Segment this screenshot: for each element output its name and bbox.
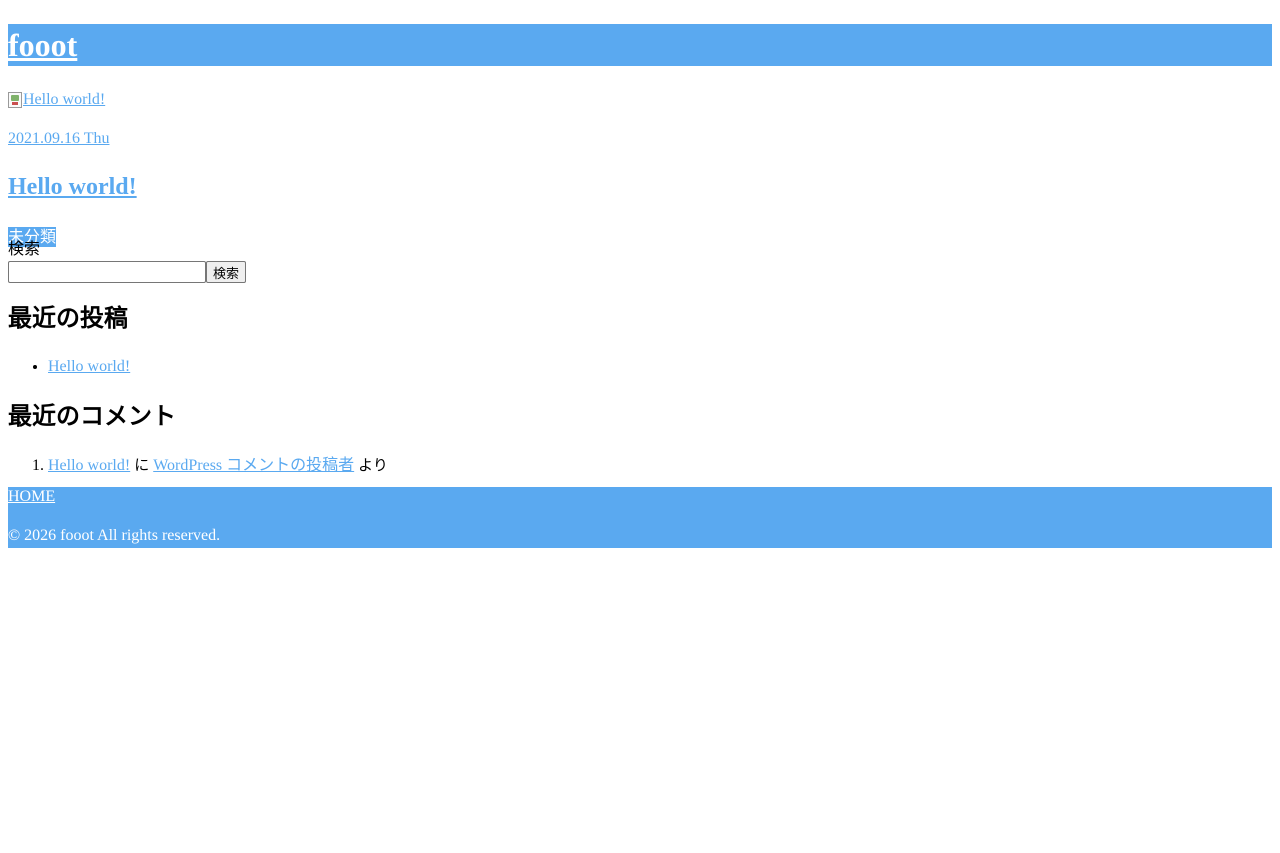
search-form: 検索 検索 [8,239,1272,283]
footer-home-link[interactable]: HOME [8,488,55,505]
recent-posts-title: 最近の投稿 [8,304,128,332]
comment-suffix: より [358,456,388,474]
sidebar: 検索 検索 最近の投稿 Hello world! 最近のコメント Hello w… [8,239,1272,476]
search-label: 検索 [8,239,41,258]
broken-image-icon [8,92,22,109]
post-thumbnail-alt: Hello world! [23,91,106,108]
post-thumbnail: Hello world! [8,90,1272,110]
post-thumbnail-link[interactable]: Hello world! [8,90,105,110]
main-content: Hello world! 2021.09.16 Thu Hello world!… [8,90,1272,476]
site-title-link[interactable]: fooot [8,27,77,63]
footer-nav: HOME [8,487,1272,507]
recent-comments-widget: 最近のコメント Hello world! に WordPress コメントの投稿… [8,401,1272,476]
page: fooot Hello world! 2021.09.16 Thu Hello … [8,24,1272,548]
post-date-link[interactable]: 2021.09.16 Thu [8,130,109,147]
comment-post-link[interactable]: Hello world! [48,457,130,474]
site-title: fooot [8,25,77,65]
post-date: 2021.09.16 Thu [8,129,1272,149]
post-title-link[interactable]: Hello world! [8,174,137,200]
site-footer: HOME © 2026 fooot All rights reserved. [8,487,1272,548]
recent-comments-list: Hello world! に WordPress コメントの投稿者 より [8,455,1272,476]
recent-posts-widget: 最近の投稿 Hello world! [8,303,1272,377]
recent-comments-title: 最近のコメント [8,402,176,430]
search-button[interactable]: 検索 [206,261,247,283]
site-header: fooot [8,24,1272,66]
comment-author-link[interactable]: WordPress コメントの投稿者 [153,457,354,474]
search-row: 検索 [8,261,1272,283]
search-input[interactable] [8,261,206,283]
comment-connector: に [134,456,150,474]
list-item: Hello world! に WordPress コメントの投稿者 より [48,455,1272,476]
recent-post-link[interactable]: Hello world! [48,358,130,375]
recent-posts-list: Hello world! [8,357,1272,377]
post-title: Hello world! [8,173,1272,201]
copyright-text: © 2026 fooot All rights reserved. [8,527,221,544]
post-card: Hello world! 2021.09.16 Thu Hello world!… [8,90,1272,247]
list-item: Hello world! [48,357,1272,377]
